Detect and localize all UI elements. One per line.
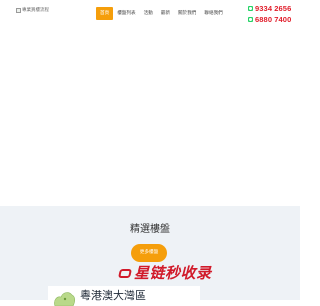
more-listings-button[interactable]: 更多樓盤	[131, 244, 167, 262]
site-header: 專業買樓流程 首頁 樓盤列表 活動 最新 關於我們 聯絡我們 9334 2656…	[0, 0, 300, 30]
contact-phones: 9334 2656 6880 7400	[248, 4, 291, 24]
watermark-logo-icon	[118, 266, 132, 280]
watermark: 星链秒收录	[118, 262, 212, 283]
phone-number-2: 6880 7400	[255, 15, 292, 24]
whatsapp-icon	[248, 17, 253, 22]
featured-title: 精選樓盤	[130, 224, 170, 235]
phone-number-1: 9334 2656	[255, 4, 292, 13]
watermark-text: 星链秒收录	[134, 264, 212, 282]
main-nav: 首頁 樓盤列表 活動 最新 關於我們 聯絡我們	[96, 7, 227, 20]
nav-item-latest[interactable]: 最新	[157, 7, 174, 20]
property-card-title: 粵港澳大灣區	[80, 289, 146, 302]
nav-item-contact[interactable]: 聯絡我們	[200, 7, 226, 20]
site-logo[interactable]: 專業買樓流程	[16, 7, 49, 13]
property-card[interactable]: 粵港澳大灣區	[48, 286, 200, 306]
nav-item-listings[interactable]: 樓盤列表	[113, 7, 139, 20]
broken-image-icon	[16, 7, 21, 13]
nav-item-events[interactable]: 活動	[140, 7, 157, 20]
phone-line-2[interactable]: 6880 7400	[248, 15, 291, 24]
phone-line-1[interactable]: 9334 2656	[248, 4, 291, 13]
hero-area	[0, 30, 300, 206]
map-thumbnail-icon	[54, 292, 76, 306]
nav-item-about[interactable]: 關於我們	[174, 7, 200, 20]
whatsapp-icon	[248, 6, 253, 11]
logo-alt-text: 專業買樓流程	[22, 8, 49, 13]
nav-item-home[interactable]: 首頁	[96, 7, 114, 20]
